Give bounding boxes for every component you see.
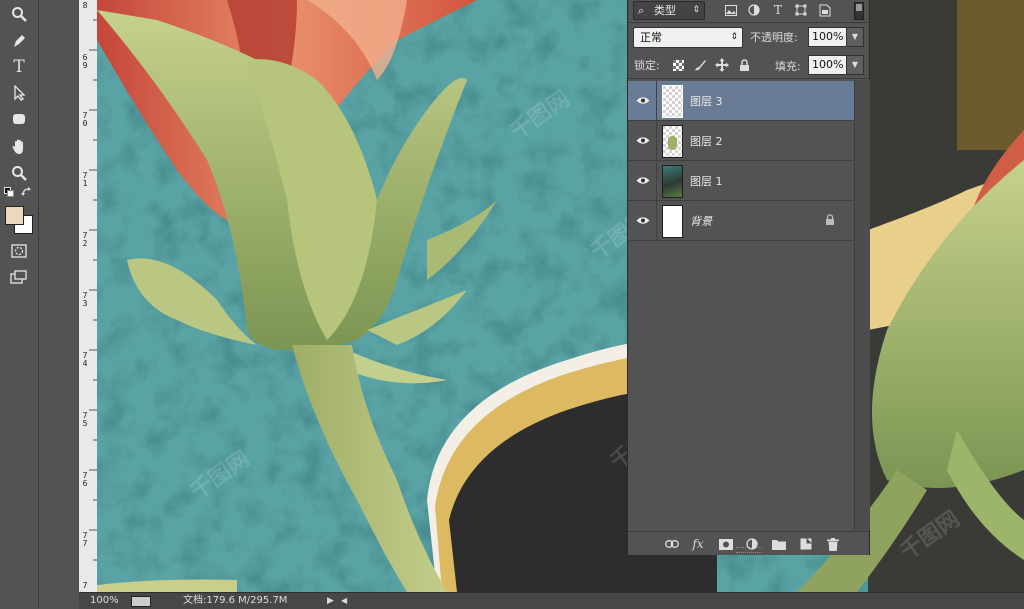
document-size-info: 文档:179.6 M/295.7M [183, 595, 288, 606]
layer-row-background[interactable]: 背景 [628, 201, 854, 241]
scroll-left-arrow-icon[interactable]: ◀ [341, 593, 347, 609]
lock-all-icon[interactable] [737, 58, 751, 72]
search-icon: ⌕ [638, 4, 645, 17]
chevron-updown-icon: ⇕ [730, 32, 738, 42]
fx-label: fx [692, 537, 704, 551]
adjustment-layer-icon[interactable] [744, 536, 760, 552]
ruler-label: 7 1 [82, 171, 88, 188]
zoom-tool-2-icon[interactable] [6, 162, 32, 184]
status-bar: 100% 文档:179.6 M/295.7M ▶ ◀ [79, 592, 1024, 609]
fill-dropdown-icon[interactable]: ▼ [846, 55, 864, 75]
layer-name[interactable]: 背景 [690, 213, 712, 229]
default-colors-icon[interactable] [3, 186, 15, 198]
quick-mask-icon[interactable] [6, 240, 32, 262]
tools-panel: T [0, 0, 39, 608]
layers-panel: ⌕ 类型 ⇕ T 正常 ⇕ 不透明度: 100% ▼ 锁定: 填充: 100% … [627, 0, 870, 555]
layer-lock-icon [825, 214, 835, 229]
blend-opacity-row: 正常 ⇕ 不透明度: 100% ▼ [628, 24, 869, 50]
ruler-label: 7 0 [82, 111, 88, 128]
image-filter-icon[interactable] [724, 3, 738, 17]
filter-toggle[interactable] [854, 2, 864, 20]
new-group-folder-icon[interactable] [771, 536, 787, 552]
adjustment-filter-icon[interactable] [747, 3, 761, 17]
hand-tool-icon[interactable] [6, 136, 32, 158]
layer-thumbnail [662, 165, 683, 198]
lock-fill-row: 锁定: 填充: 100% ▼ [628, 52, 869, 79]
lock-label: 锁定: [634, 59, 660, 72]
fill-label: 填充: [775, 60, 801, 73]
layers-scrollbar[interactable] [854, 80, 870, 530]
screen-mode-icon[interactable] [6, 266, 32, 288]
lock-transparency-icon[interactable] [671, 58, 685, 72]
layer-thumbnail [662, 85, 683, 118]
chevron-updown-icon: ⇕ [692, 5, 700, 15]
layer-thumbnail [662, 125, 683, 158]
delete-layer-trash-icon[interactable] [825, 536, 841, 552]
ruler-label: 7 5 [82, 411, 88, 428]
ruler-label: 7 7 [82, 531, 88, 548]
link-layers-icon[interactable] [664, 536, 680, 552]
ruler-label: 7 3 [82, 291, 88, 308]
blend-mode-select[interactable]: 正常 ⇕ [633, 27, 743, 48]
opacity-dropdown-icon[interactable]: ▼ [846, 27, 864, 47]
foreground-color-swatch[interactable] [5, 206, 24, 225]
lock-pixels-icon[interactable] [693, 58, 707, 72]
layer-row-layer-1[interactable]: 图层 1 [628, 161, 854, 201]
pen-tool-icon[interactable] [6, 30, 32, 52]
status-menu-arrow-icon[interactable]: ▶ [327, 593, 334, 609]
layer-name[interactable]: 图层 3 [690, 93, 723, 109]
new-layer-icon[interactable] [798, 536, 814, 552]
ruler-label: 8 [82, 1, 88, 10]
blend-mode-value: 正常 [640, 31, 662, 44]
opacity-label: 不透明度: [750, 31, 798, 44]
vertical-ruler: 8 6 9 7 0 7 1 7 2 7 3 7 4 7 5 7 6 7 7 7 [79, 0, 98, 592]
lock-position-icon[interactable] [715, 58, 729, 72]
opacity-input[interactable]: 100% [808, 27, 849, 47]
visibility-eye-icon[interactable] [634, 173, 652, 187]
document-canvas[interactable]: 千图网 千图网 千图网 千图网 千图网 [97, 0, 1024, 592]
zoom-tool-icon[interactable] [6, 3, 32, 25]
layer-filter-bar: ⌕ 类型 ⇕ T [628, 0, 869, 23]
layer-thumbnail [662, 205, 683, 238]
add-mask-icon[interactable] [718, 536, 734, 552]
ruler-label: 6 9 [82, 53, 88, 70]
swap-colors-icon[interactable] [20, 186, 34, 198]
ruler-label: 7 6 [82, 471, 88, 488]
fx-icon[interactable]: fx [690, 536, 706, 552]
layer-row-layer-3[interactable]: 图层 3 [628, 81, 854, 121]
fill-input[interactable]: 100% [808, 55, 849, 75]
shape-filter-icon[interactable] [794, 3, 808, 17]
type-filter-icon[interactable]: T [771, 3, 785, 17]
visibility-eye-icon[interactable] [634, 213, 652, 227]
filter-kind-select[interactable]: ⌕ 类型 ⇕ [633, 1, 705, 20]
smart-object-filter-icon[interactable] [818, 3, 832, 17]
ruler-label: 7 [82, 581, 88, 590]
visibility-eye-icon[interactable] [634, 93, 652, 107]
ruler-label: 7 2 [82, 231, 88, 248]
zoom-level[interactable]: 100% [90, 593, 119, 609]
layer-name[interactable]: 图层 2 [690, 133, 723, 149]
layer-row-layer-2[interactable]: 图层 2 [628, 121, 854, 161]
rectangle-tool-icon[interactable] [6, 108, 32, 130]
watercolor-rosebud-artwork: 千图网 千图网 千图网 千图网 千图网 [97, 0, 1024, 592]
layers-panel-footer: fx [628, 531, 869, 555]
type-tool-icon[interactable]: T [6, 56, 32, 78]
filter-kind-value: 类型 [654, 4, 676, 17]
path-selection-tool-icon[interactable] [6, 82, 32, 104]
info-toggle-icon[interactable] [131, 596, 151, 607]
ruler-label: 7 4 [82, 351, 88, 368]
visibility-eye-icon[interactable] [634, 133, 652, 147]
layer-name[interactable]: 图层 1 [690, 173, 723, 189]
